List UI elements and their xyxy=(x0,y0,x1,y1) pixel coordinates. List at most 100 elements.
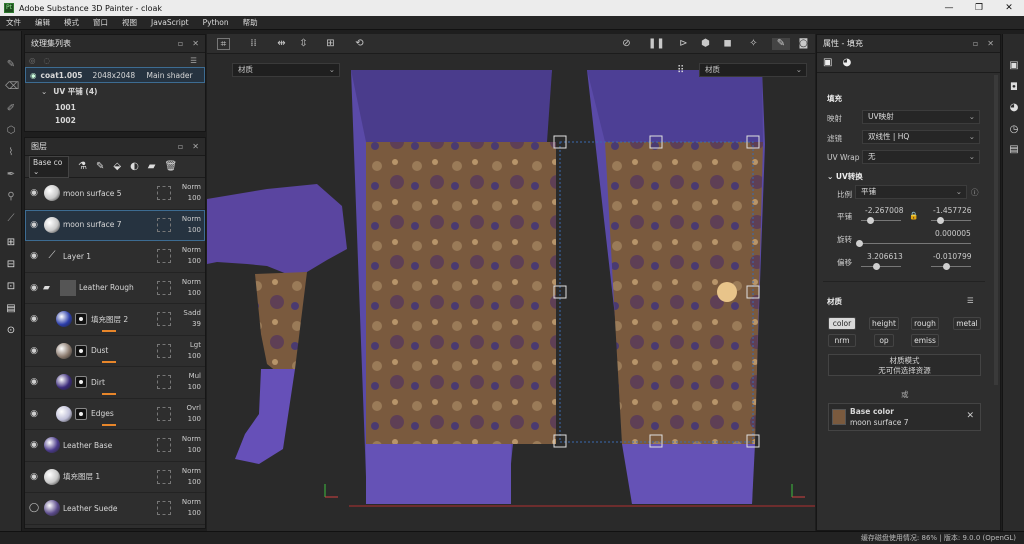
layer-row[interactable]: ◉ Dirt Mul 100 xyxy=(25,367,205,399)
channel-op-toggle[interactable]: op xyxy=(874,334,894,347)
split-view-icon[interactable]: ⊳ xyxy=(677,38,690,50)
tile-y-slider[interactable] xyxy=(931,217,971,224)
rotation-value[interactable]: 0.000005 xyxy=(935,229,971,238)
channel-nrm-toggle[interactable]: nrm xyxy=(828,334,856,347)
add-fill-layer-icon[interactable]: ⬙ xyxy=(113,161,121,172)
layer-blend[interactable]: Norm 100 xyxy=(177,214,201,236)
layer-mask-slot[interactable] xyxy=(157,343,171,358)
tab-fill-icon[interactable]: ▣ xyxy=(823,57,832,68)
float-icon[interactable]: ▫ xyxy=(973,39,978,48)
visibility-eye-icon[interactable]: ◉ xyxy=(30,71,37,80)
paint-mode-icon[interactable]: ✎ xyxy=(772,38,790,50)
visibility-icon[interactable]: ◎ xyxy=(29,56,36,65)
layer-row[interactable]: ◉ moon surface 7 Norm 100 xyxy=(25,209,205,241)
properties-icon[interactable]: ▣ xyxy=(1008,60,1020,72)
minimize-button[interactable]: — xyxy=(934,3,964,13)
layer-mask-slot[interactable] xyxy=(157,217,171,232)
close-panel-icon[interactable]: ✕ xyxy=(987,39,994,48)
tile-y-value[interactable]: -1.457726 xyxy=(933,206,972,215)
effects-icon[interactable]: ⚗ xyxy=(78,161,87,172)
visibility-eye-icon[interactable]: ◯ xyxy=(27,503,41,513)
layer-mask-slot[interactable] xyxy=(157,375,171,390)
lock-icon[interactable]: 🔒 xyxy=(909,211,918,220)
layer-blend[interactable]: Lgt 100 xyxy=(177,340,201,362)
mask-thumbnail[interactable] xyxy=(75,407,87,420)
visibility-eye-icon[interactable]: ◉ xyxy=(27,188,41,198)
link-icon[interactable]: ◌ xyxy=(44,56,51,65)
uv-tile-row[interactable]: 1001 xyxy=(25,99,205,115)
menu-edit[interactable]: 编辑 xyxy=(35,17,50,28)
channel-color-toggle[interactable]: color xyxy=(828,317,856,330)
menu-view[interactable]: 视图 xyxy=(122,17,137,28)
layer-stack-icon[interactable]: ⊞ xyxy=(5,237,17,249)
light-icon[interactable]: ✧ xyxy=(747,38,760,50)
float-icon[interactable]: ▫ xyxy=(178,142,183,151)
reset-view-icon[interactable]: ⟲ xyxy=(353,38,366,50)
layer-row[interactable]: ◉ Edges Ovrl 100 xyxy=(25,399,205,430)
uv-transform-section[interactable]: ⌄ UV转换 xyxy=(827,171,863,182)
tile-x-slider[interactable] xyxy=(861,217,901,224)
eraser-icon[interactable]: ⌫ xyxy=(5,81,19,93)
visibility-eye-icon[interactable]: ◉ xyxy=(27,409,41,419)
visibility-eye-icon[interactable]: ◉ xyxy=(27,440,41,450)
channel-emiss-toggle[interactable]: emiss xyxy=(911,334,939,347)
visibility-eye-icon[interactable]: ◉ xyxy=(27,283,41,293)
uv-tile-row[interactable]: 1002 xyxy=(25,115,205,125)
layer-mask-slot[interactable] xyxy=(157,249,171,264)
slider-knob[interactable] xyxy=(867,217,874,224)
texture-set-icon[interactable]: ⊟ xyxy=(5,259,17,271)
uvwrap-select[interactable]: 无 ⌄ xyxy=(862,150,980,164)
menu-window[interactable]: 窗口 xyxy=(93,17,108,28)
delete-layer-icon[interactable]: 🗑 xyxy=(165,161,178,172)
display-settings-icon[interactable]: ▤ xyxy=(5,303,17,315)
close-panel-icon[interactable]: ✕ xyxy=(192,142,199,151)
layer-mask-slot[interactable] xyxy=(157,501,171,516)
offset-x-slider[interactable] xyxy=(861,263,901,270)
material-dropdown-right[interactable]: 材质 ⌄ xyxy=(699,63,807,77)
offset-y-value[interactable]: -0.010799 xyxy=(933,252,972,261)
frame-select-icon[interactable]: ⌗ xyxy=(217,38,230,50)
mask-thumbnail[interactable] xyxy=(75,344,87,357)
layer-mask-slot[interactable] xyxy=(157,438,171,453)
menu-mode[interactable]: 模式 xyxy=(64,17,79,28)
layer-mask-slot[interactable] xyxy=(157,406,171,421)
mask-thumbnail[interactable] xyxy=(75,313,87,326)
scrollbar[interactable] xyxy=(994,75,998,385)
dropper-icon[interactable]: ⟋ xyxy=(5,213,17,225)
channel-select[interactable]: Base co ⌄ xyxy=(29,155,69,178)
maximize-button[interactable]: ❐ xyxy=(964,3,994,13)
chevron-down-icon[interactable]: ⌄ xyxy=(41,87,47,96)
layer-blend[interactable]: Norm 100 xyxy=(177,245,201,267)
hide-icon[interactable]: ⊘ xyxy=(620,38,633,50)
bake-icon[interactable]: ⊡ xyxy=(5,281,17,293)
layer-mask-slot[interactable] xyxy=(157,186,171,201)
layer-row[interactable]: ◉ moon surface 5 Norm 100 xyxy=(25,178,205,210)
offset-y-slider[interactable] xyxy=(931,263,971,270)
history-icon[interactable]: ◷ xyxy=(1008,124,1020,136)
layer-row[interactable]: ◉ 填充图层 1 Norm 100 xyxy=(25,462,205,493)
slider-knob[interactable] xyxy=(943,263,950,270)
viewport-canvas[interactable] xyxy=(207,34,815,531)
clone-icon[interactable]: ✒ xyxy=(5,169,17,181)
menu-help[interactable]: 帮助 xyxy=(243,17,258,28)
mapping-select[interactable]: UV映射 ⌄ xyxy=(862,110,980,124)
grid-icon[interactable]: ⁞⁞ xyxy=(247,38,260,50)
close-window-button[interactable]: ✕ xyxy=(994,3,1024,13)
layer-row[interactable]: ◉ Dust Lgt 100 xyxy=(25,336,205,367)
layer-row[interactable]: ◉ ⟋ Layer 1 Norm 100 xyxy=(25,241,205,273)
layer-blend[interactable]: Norm 100 xyxy=(177,277,201,299)
tile-x-value[interactable]: -2.267008 xyxy=(865,206,904,215)
mirror-x-icon[interactable]: ⇹ xyxy=(275,38,288,50)
visibility-eye-icon[interactable]: ◉ xyxy=(27,251,41,261)
material-mode-box[interactable]: 材质模式 无可供选择资源 xyxy=(828,354,981,376)
layer-blend[interactable]: Norm 100 xyxy=(177,497,201,519)
mask-thumbnail[interactable] xyxy=(75,376,87,389)
layer-blend[interactable]: Norm 100 xyxy=(177,434,201,456)
fit-icon[interactable]: ⊞ xyxy=(324,38,337,50)
rotation-slider[interactable] xyxy=(856,240,971,247)
layer-row[interactable]: ◉ 填充图层 2 Sadd 39 xyxy=(25,304,205,336)
add-paint-layer-icon[interactable]: ✎ xyxy=(96,161,104,172)
add-folder-icon[interactable]: ▰ xyxy=(148,161,156,172)
tab-material-icon[interactable]: ◕ xyxy=(842,57,851,68)
channel-metal-toggle[interactable]: metal xyxy=(953,317,981,330)
